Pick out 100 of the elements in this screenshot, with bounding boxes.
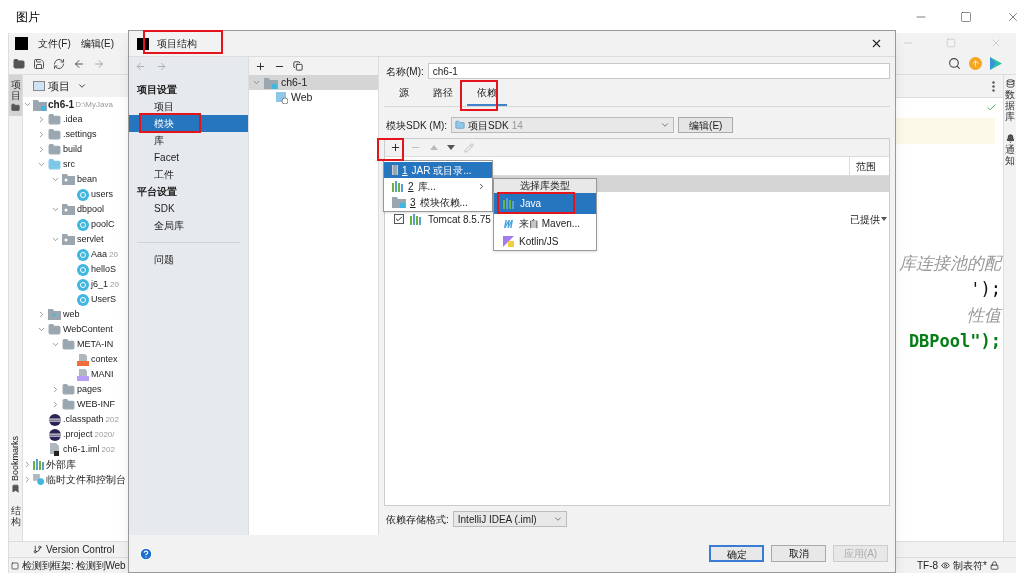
structure-tool-tab[interactable]: 结构	[10, 505, 21, 527]
class-icon	[77, 248, 89, 261]
nav-item[interactable]: 问题	[129, 251, 248, 268]
folder-icon	[48, 323, 61, 336]
bookmarks-tool-tab[interactable]: Bookmarks	[8, 436, 23, 481]
side-tool-tab[interactable]: 通知	[1005, 144, 1015, 166]
nav-item[interactable]: 全局库	[129, 217, 248, 234]
nav-item[interactable]: 模块	[129, 115, 248, 132]
edit-button[interactable]: 编辑(E)	[678, 117, 734, 133]
add-icon[interactable]	[390, 142, 401, 153]
menu-item[interactable]: Kotlin/JS	[494, 232, 596, 250]
tab[interactable]: 依赖	[467, 85, 507, 106]
tree-item[interactable]: UserS	[91, 292, 116, 307]
project-view-selector[interactable]: 项目	[48, 77, 70, 95]
tree-item[interactable]: META-IN	[77, 337, 114, 352]
name-field[interactable]: ch6-1	[427, 63, 890, 79]
tree-item[interactable]: 外部库	[46, 457, 76, 472]
move-up-icon[interactable]	[430, 145, 438, 150]
maximize-icon[interactable]	[960, 10, 972, 23]
side-tool-tab[interactable]: 数据库	[1005, 89, 1015, 122]
copy-icon[interactable]	[293, 61, 303, 71]
dialog-button[interactable]: 确定	[709, 545, 764, 562]
module-tree-item[interactable]: ch6-1	[249, 75, 378, 90]
lock-icon[interactable]	[990, 561, 999, 570]
package-icon	[62, 174, 75, 185]
back-icon[interactable]	[135, 60, 146, 72]
nav-item[interactable]: 工件	[129, 166, 248, 183]
tree-item[interactable]: web	[63, 307, 80, 322]
web-folder-icon	[48, 309, 61, 320]
tree-item[interactable]: j6_1	[91, 277, 108, 292]
nav-item[interactable]: SDK	[129, 200, 248, 217]
tree-item[interactable]: helloS	[91, 262, 117, 277]
nav-item[interactable]: Facet	[129, 149, 248, 166]
column-header[interactable]: 范围	[849, 157, 889, 175]
nav-item[interactable]: 项目	[129, 98, 248, 115]
save-icon[interactable]	[33, 57, 45, 70]
tree-item[interactable]: .settings	[63, 127, 97, 142]
kotlin-js-icon	[503, 235, 514, 247]
tree-item[interactable]: dbpool	[77, 202, 105, 217]
maximize-icon[interactable]	[946, 38, 956, 48]
update-icon[interactable]	[969, 57, 982, 70]
menu-item[interactable]: 3 模块依赖...	[384, 194, 492, 210]
help-icon[interactable]	[139, 546, 153, 561]
menu-item[interactable]: 文件(F)	[38, 35, 71, 51]
tree-item[interactable]: build	[63, 142, 82, 157]
move-down-icon[interactable]	[447, 145, 455, 150]
tree-item-detail: 20	[109, 248, 118, 261]
tree-item[interactable]: .classpath	[63, 412, 104, 427]
search-icon[interactable]	[948, 57, 961, 70]
menu-item[interactable]: 编辑(E)	[80, 35, 115, 51]
back-icon[interactable]	[73, 57, 85, 70]
edit-icon[interactable]	[464, 142, 474, 153]
tree-item[interactable]: servlet	[77, 232, 104, 247]
tree-item[interactable]: src	[63, 157, 75, 172]
scope-dropdown[interactable]: 已提供	[850, 211, 887, 227]
menu-item[interactable]: 2 库...	[384, 178, 492, 194]
tree-item[interactable]: .project	[63, 427, 93, 442]
menu-item[interactable]: 1 JAR 或目录...	[384, 162, 492, 178]
storage-format-dropdown[interactable]: IntelliJ IDEA (.iml)	[452, 511, 567, 527]
more-options-icon[interactable]	[992, 80, 995, 92]
status-item[interactable]: TF-8	[917, 558, 939, 573]
eclipse-icon	[49, 413, 61, 426]
code-line: ');	[970, 282, 1001, 296]
refresh-icon[interactable]	[53, 57, 65, 70]
version-control-tab[interactable]: Version Control	[46, 542, 115, 557]
open-folder-icon[interactable]	[13, 57, 25, 70]
close-icon[interactable]	[870, 37, 883, 50]
plugin-logo-icon[interactable]	[990, 57, 1002, 70]
highlight-frame	[377, 138, 404, 161]
tree-item[interactable]: 临时文件和控制台	[46, 472, 126, 487]
tree-item[interactable]: ch6-1	[48, 97, 75, 112]
tree-item[interactable]: .idea	[63, 112, 83, 127]
menu-item[interactable]: 来自 Maven...	[494, 214, 596, 232]
tree-item[interactable]: bean	[77, 172, 98, 187]
checkbox[interactable]	[394, 214, 404, 224]
tree-item[interactable]: WEB-INF	[77, 397, 115, 412]
dialog-button[interactable]: 取消	[771, 545, 826, 562]
module-folder-icon	[33, 98, 47, 111]
tab[interactable]: 源	[389, 85, 419, 106]
tree-item[interactable]: users	[91, 187, 113, 202]
tree-item[interactable]: WebContent	[63, 322, 113, 337]
module-tree-item[interactable]: Web	[249, 90, 378, 105]
tab[interactable]: 路径	[423, 85, 463, 106]
eye-icon[interactable]	[941, 561, 951, 570]
name-label: 名称(M):	[386, 64, 424, 79]
tree-item[interactable]: MANI	[91, 367, 114, 382]
add-icon[interactable]	[255, 60, 266, 72]
folder-icon	[48, 158, 61, 171]
app-logo-icon[interactable]	[15, 36, 28, 50]
tree-item[interactable]: Aaa	[91, 247, 107, 262]
sdk-dropdown[interactable]: 项目SDK 14	[451, 117, 675, 133]
tree-item[interactable]: poolC	[91, 217, 115, 232]
forward-icon[interactable]	[93, 57, 105, 70]
nav-item[interactable]: 库	[129, 132, 248, 149]
status-item[interactable]: 制表符*	[953, 558, 987, 573]
tree-item[interactable]: ch6-1.iml	[63, 442, 100, 457]
forward-icon[interactable]	[156, 60, 167, 72]
tree-item[interactable]: pages	[77, 382, 102, 397]
tree-item[interactable]: contex	[91, 352, 118, 367]
package-icon	[62, 234, 75, 245]
